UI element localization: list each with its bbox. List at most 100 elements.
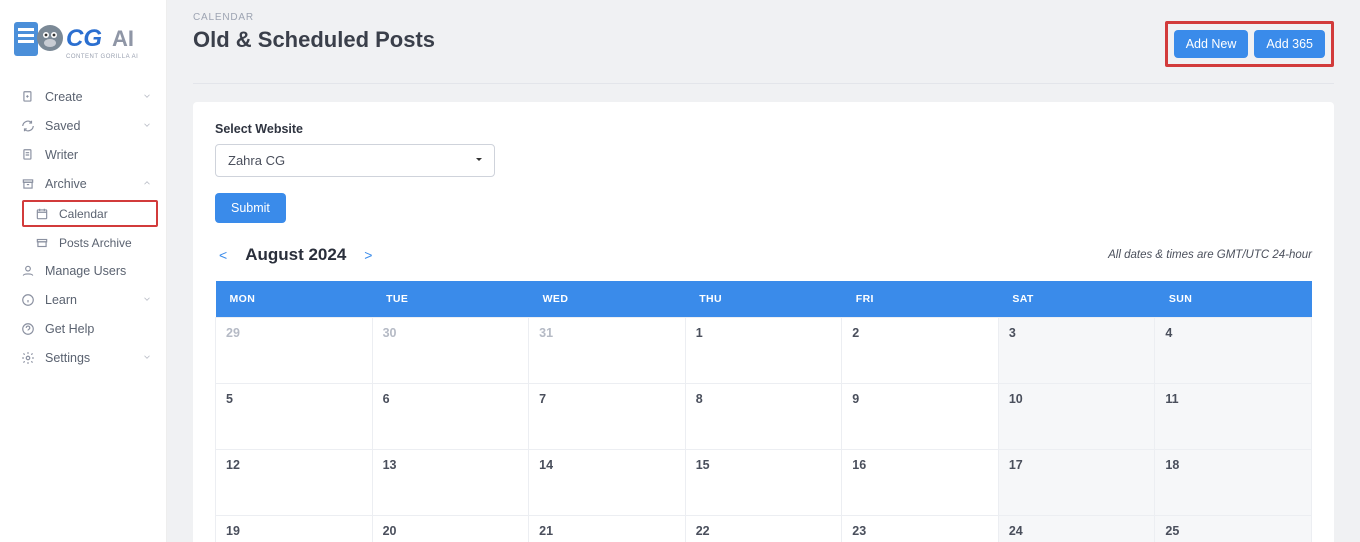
calendar-cell[interactable]: 14 bbox=[529, 450, 686, 516]
document-plus-icon bbox=[20, 89, 35, 104]
select-website-label: Select Website bbox=[215, 122, 1312, 136]
sidebar: CG AI CONTENT GORILLA AI Create Saved Wr… bbox=[0, 0, 167, 542]
weekday-header: MON bbox=[216, 281, 373, 318]
calendar-cell[interactable]: 19 bbox=[216, 516, 373, 542]
calendar-nav-left: < August 2024 > bbox=[215, 245, 376, 265]
sidebar-item-get-help[interactable]: Get Help bbox=[0, 314, 166, 343]
calendar-cell[interactable]: 31 bbox=[529, 318, 686, 384]
weekday-header: FRI bbox=[842, 281, 999, 318]
calendar-cell[interactable]: 20 bbox=[372, 516, 529, 542]
calendar-panel: Select Website Zahra CG Submit < August … bbox=[193, 102, 1334, 542]
sidebar-item-label: Calendar bbox=[59, 207, 108, 221]
calendar-cell[interactable]: 3 bbox=[998, 318, 1155, 384]
calendar-body: 2930311234567891011121314151617181920212… bbox=[216, 318, 1312, 542]
select-website[interactable]: Zahra CG bbox=[215, 144, 495, 177]
calendar-cell[interactable]: 15 bbox=[685, 450, 842, 516]
calendar-row: 19202122232425 bbox=[216, 516, 1312, 542]
weekday-header: SUN bbox=[1155, 281, 1312, 318]
svg-text:CONTENT GORILLA AI: CONTENT GORILLA AI bbox=[66, 54, 138, 60]
weekday-header: TUE bbox=[372, 281, 529, 318]
calendar-nav: < August 2024 > All dates & times are GM… bbox=[215, 245, 1312, 265]
calendar-cell[interactable]: 13 bbox=[372, 450, 529, 516]
calendar-cell[interactable]: 30 bbox=[372, 318, 529, 384]
calendar-row: 12131415161718 bbox=[216, 450, 1312, 516]
calendar-cell[interactable]: 7 bbox=[529, 384, 686, 450]
month-label: August 2024 bbox=[245, 245, 346, 265]
add-365-button[interactable]: Add 365 bbox=[1254, 30, 1325, 58]
info-icon bbox=[20, 292, 35, 307]
sidebar-item-label: Settings bbox=[45, 351, 90, 365]
calendar-cell[interactable]: 1 bbox=[685, 318, 842, 384]
weekday-header: WED bbox=[529, 281, 686, 318]
weekday-header: SAT bbox=[998, 281, 1155, 318]
chevron-down-icon bbox=[142, 90, 152, 104]
weekday-row: MONTUEWEDTHUFRISATSUN bbox=[216, 281, 1312, 318]
weekday-header: THU bbox=[685, 281, 842, 318]
calendar-cell[interactable]: 10 bbox=[998, 384, 1155, 450]
prev-month-button[interactable]: < bbox=[215, 245, 231, 265]
chevron-down-icon bbox=[142, 293, 152, 307]
calendar-cell[interactable]: 24 bbox=[998, 516, 1155, 542]
calendar-cell[interactable]: 2 bbox=[842, 318, 999, 384]
sidebar-item-label: Create bbox=[45, 90, 83, 104]
help-icon bbox=[20, 321, 35, 336]
submit-button[interactable]: Submit bbox=[215, 193, 286, 223]
refresh-icon bbox=[20, 118, 35, 133]
calendar-cell[interactable]: 21 bbox=[529, 516, 686, 542]
sidebar-item-label: Writer bbox=[45, 148, 78, 162]
calendar-cell[interactable]: 11 bbox=[1155, 384, 1312, 450]
archive-submenu: Calendar Posts Archive bbox=[0, 200, 166, 256]
file-icon bbox=[20, 147, 35, 162]
sidebar-item-create[interactable]: Create bbox=[0, 82, 166, 111]
sidebar-item-label: Saved bbox=[45, 119, 80, 133]
sidebar-item-label: Archive bbox=[45, 177, 87, 191]
nav-menu: Create Saved Writer Archive Calendar Pos… bbox=[0, 82, 166, 372]
main-content: CALENDAR Old & Scheduled Posts Add New A… bbox=[167, 0, 1360, 542]
calendar-row: 2930311234 bbox=[216, 318, 1312, 384]
sidebar-item-label: Learn bbox=[45, 293, 77, 307]
sidebar-item-manage-users[interactable]: Manage Users bbox=[0, 256, 166, 285]
calendar-cell[interactable]: 9 bbox=[842, 384, 999, 450]
calendar-cell[interactable]: 12 bbox=[216, 450, 373, 516]
user-icon bbox=[20, 263, 35, 278]
sidebar-item-saved[interactable]: Saved bbox=[0, 111, 166, 140]
calendar-cell[interactable]: 6 bbox=[372, 384, 529, 450]
calendar-cell[interactable]: 22 bbox=[685, 516, 842, 542]
sidebar-item-writer[interactable]: Writer bbox=[0, 140, 166, 169]
select-website-wrap: Zahra CG bbox=[215, 144, 495, 177]
next-month-button[interactable]: > bbox=[360, 245, 376, 265]
calendar-row: 567891011 bbox=[216, 384, 1312, 450]
calendar-cell[interactable]: 18 bbox=[1155, 450, 1312, 516]
calendar-icon bbox=[34, 206, 49, 221]
archive-icon bbox=[20, 176, 35, 191]
calendar-cell[interactable]: 29 bbox=[216, 318, 373, 384]
calendar-cell[interactable]: 17 bbox=[998, 450, 1155, 516]
svg-text:AI: AI bbox=[112, 26, 134, 51]
calendar-cell[interactable]: 16 bbox=[842, 450, 999, 516]
calendar-cell[interactable]: 5 bbox=[216, 384, 373, 450]
sidebar-item-calendar[interactable]: Calendar bbox=[22, 200, 158, 227]
header-buttons: Add New Add 365 bbox=[1165, 21, 1334, 67]
chevron-down-icon bbox=[142, 119, 152, 133]
svg-text:CG: CG bbox=[66, 25, 102, 52]
sidebar-item-settings[interactable]: Settings bbox=[0, 343, 166, 372]
calendar-cell[interactable]: 23 bbox=[842, 516, 999, 542]
sidebar-item-learn[interactable]: Learn bbox=[0, 285, 166, 314]
calendar-grid: MONTUEWEDTHUFRISATSUN 293031123456789101… bbox=[215, 281, 1312, 542]
calendar-cell[interactable]: 8 bbox=[685, 384, 842, 450]
breadcrumb: CALENDAR bbox=[193, 12, 1334, 23]
gear-icon bbox=[20, 350, 35, 365]
logo: CG AI CONTENT GORILLA AI bbox=[0, 10, 166, 82]
sidebar-item-posts-archive[interactable]: Posts Archive bbox=[14, 229, 166, 256]
chevron-down-icon bbox=[142, 351, 152, 365]
sidebar-item-archive[interactable]: Archive bbox=[0, 169, 166, 198]
calendar-cell[interactable]: 25 bbox=[1155, 516, 1312, 542]
chevron-up-icon bbox=[142, 177, 152, 191]
calendar-cell[interactable]: 4 bbox=[1155, 318, 1312, 384]
page-title: Old & Scheduled Posts bbox=[193, 27, 435, 53]
sidebar-item-label: Get Help bbox=[45, 322, 94, 336]
box-icon bbox=[34, 235, 49, 250]
sidebar-item-label: Manage Users bbox=[45, 264, 126, 278]
timezone-note: All dates & times are GMT/UTC 24-hour bbox=[1108, 249, 1312, 261]
add-new-button[interactable]: Add New bbox=[1174, 30, 1249, 58]
